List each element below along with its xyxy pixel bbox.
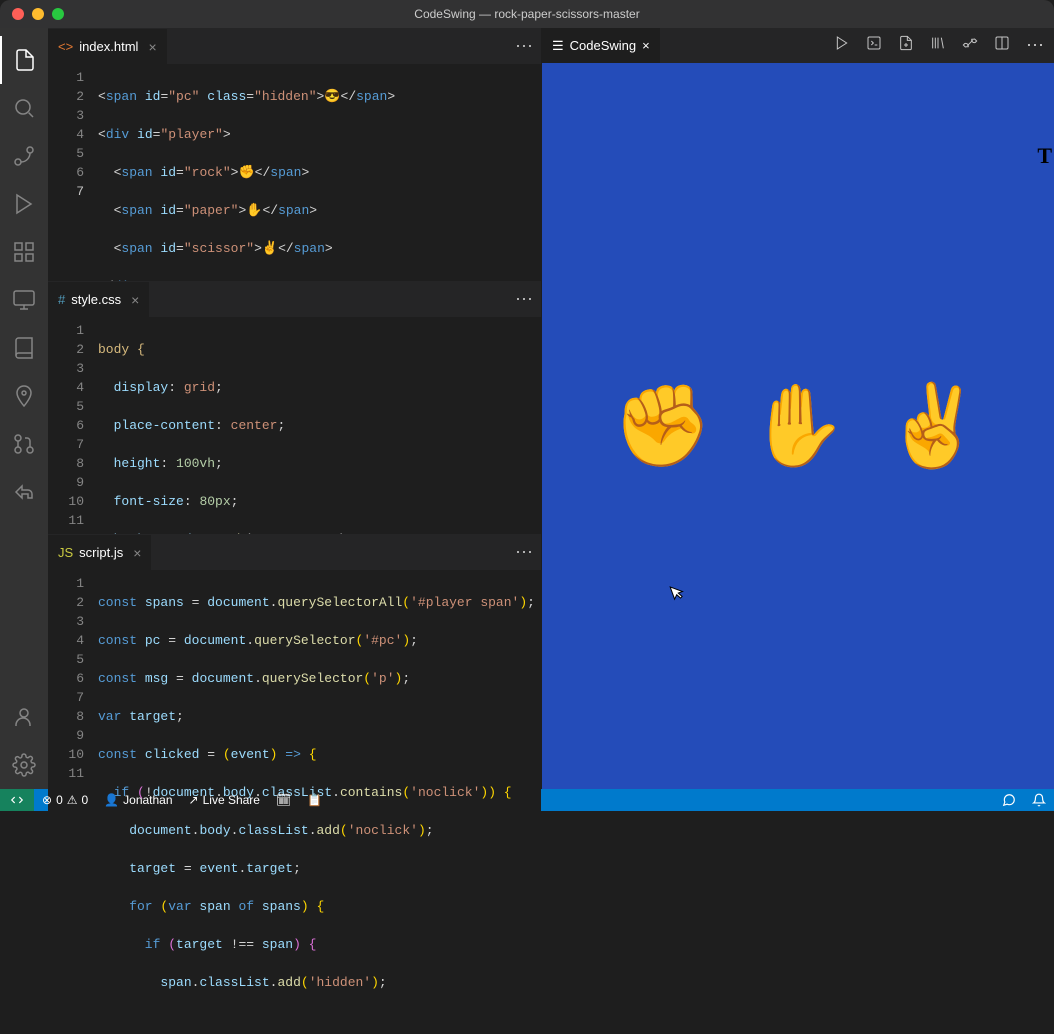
tab-style-css[interactable]: # style.css × (48, 282, 149, 317)
editor-pane-html: <> index.html × ⋯ 1234567 <span id="pc" … (48, 28, 541, 281)
console-icon[interactable] (866, 35, 882, 56)
devtools-icon[interactable] (962, 35, 978, 56)
liveshare-icon[interactable] (0, 468, 48, 516)
run-icon[interactable] (834, 35, 850, 56)
close-tab-icon[interactable]: × (148, 39, 156, 55)
warning-icon: ⚠ (67, 793, 78, 807)
scissors-hand-icon[interactable]: ✌️ (884, 379, 984, 473)
window-title: CodeSwing — rock-paper-scissors-master (0, 7, 1054, 21)
clipboard-icon[interactable]: 📋 (299, 793, 330, 807)
editor-pane-js: JS script.js × ⋯ 1234567891011 const spa… (48, 534, 541, 1034)
user-indicator[interactable]: 👤Jonathan (96, 793, 180, 807)
library-icon[interactable] (0, 324, 48, 372)
preview-icon: ☰ (552, 38, 564, 54)
split-editor-icon[interactable] (994, 35, 1010, 56)
editor-actions-icon[interactable]: ⋯ (515, 36, 535, 57)
run-debug-icon[interactable] (0, 180, 48, 228)
html-file-icon: <> (58, 39, 73, 54)
tab-index-html[interactable]: <> index.html × (48, 29, 167, 64)
gistpad-icon[interactable] (0, 372, 48, 420)
tab-label: script.js (79, 545, 123, 560)
editor-actions-icon[interactable]: ⋯ (515, 542, 535, 563)
close-tab-icon[interactable]: × (642, 38, 650, 53)
liveshare-button[interactable]: ↗Live Share (181, 793, 268, 807)
explorer-icon[interactable] (0, 36, 48, 84)
settings-gear-icon[interactable] (0, 741, 48, 789)
new-file-icon[interactable] (898, 35, 914, 56)
tab-label: CodeSwing (570, 38, 637, 53)
tab-bar: ☰ CodeSwing × ⋯ (542, 28, 1054, 63)
tab-codeswing-preview[interactable]: ☰ CodeSwing × (542, 28, 660, 63)
tab-label: style.css (71, 292, 121, 307)
error-icon: ⊗ (42, 793, 52, 807)
tab-bar: # style.css × ⋯ (48, 282, 541, 317)
notifications-icon[interactable] (1024, 793, 1054, 807)
liveshare-icon: ↗ (189, 793, 199, 807)
paper-hand-icon[interactable]: ✋ (748, 379, 848, 473)
preview-pane: ☰ CodeSwing × ⋯ T ✊ ✋ (542, 28, 1054, 789)
js-file-icon: JS (58, 545, 73, 560)
person-icon: 👤 (104, 793, 119, 807)
activity-bar (0, 28, 48, 789)
mouse-cursor-icon (669, 581, 691, 606)
remote-explorer-icon[interactable] (0, 276, 48, 324)
text-cursor-icon: T (1037, 143, 1052, 169)
close-tab-icon[interactable]: × (131, 292, 139, 308)
accounts-icon[interactable] (0, 693, 48, 741)
calendar-icon[interactable]: 🗓 (268, 793, 299, 807)
github-pr-icon[interactable] (0, 420, 48, 468)
tab-bar: JS script.js × ⋯ (48, 535, 541, 570)
more-actions-icon[interactable]: ⋯ (1026, 35, 1044, 56)
window-titlebar: CodeSwing — rock-paper-scissors-master (0, 0, 1054, 28)
css-file-icon: # (58, 292, 65, 307)
feedback-icon[interactable] (994, 793, 1024, 807)
editor-actions-icon[interactable]: ⋯ (515, 289, 535, 310)
preview-output[interactable]: T ✊ ✋ ✌️ (542, 63, 1054, 789)
tab-bar: <> index.html × ⋯ (48, 29, 541, 64)
editor-pane-css: # style.css × ⋯ 1234567891011 body { dis… (48, 281, 541, 534)
tab-script-js[interactable]: JS script.js × (48, 535, 151, 570)
rock-hand-icon[interactable]: ✊ (613, 379, 713, 473)
source-control-icon[interactable] (0, 132, 48, 180)
library-icon[interactable] (930, 35, 946, 56)
close-tab-icon[interactable]: × (133, 545, 141, 561)
tab-label: index.html (79, 39, 138, 54)
problems-indicator[interactable]: ⊗0 ⚠0 (34, 793, 96, 807)
remote-indicator-icon[interactable] (0, 789, 34, 811)
extensions-icon[interactable] (0, 228, 48, 276)
search-icon[interactable] (0, 84, 48, 132)
